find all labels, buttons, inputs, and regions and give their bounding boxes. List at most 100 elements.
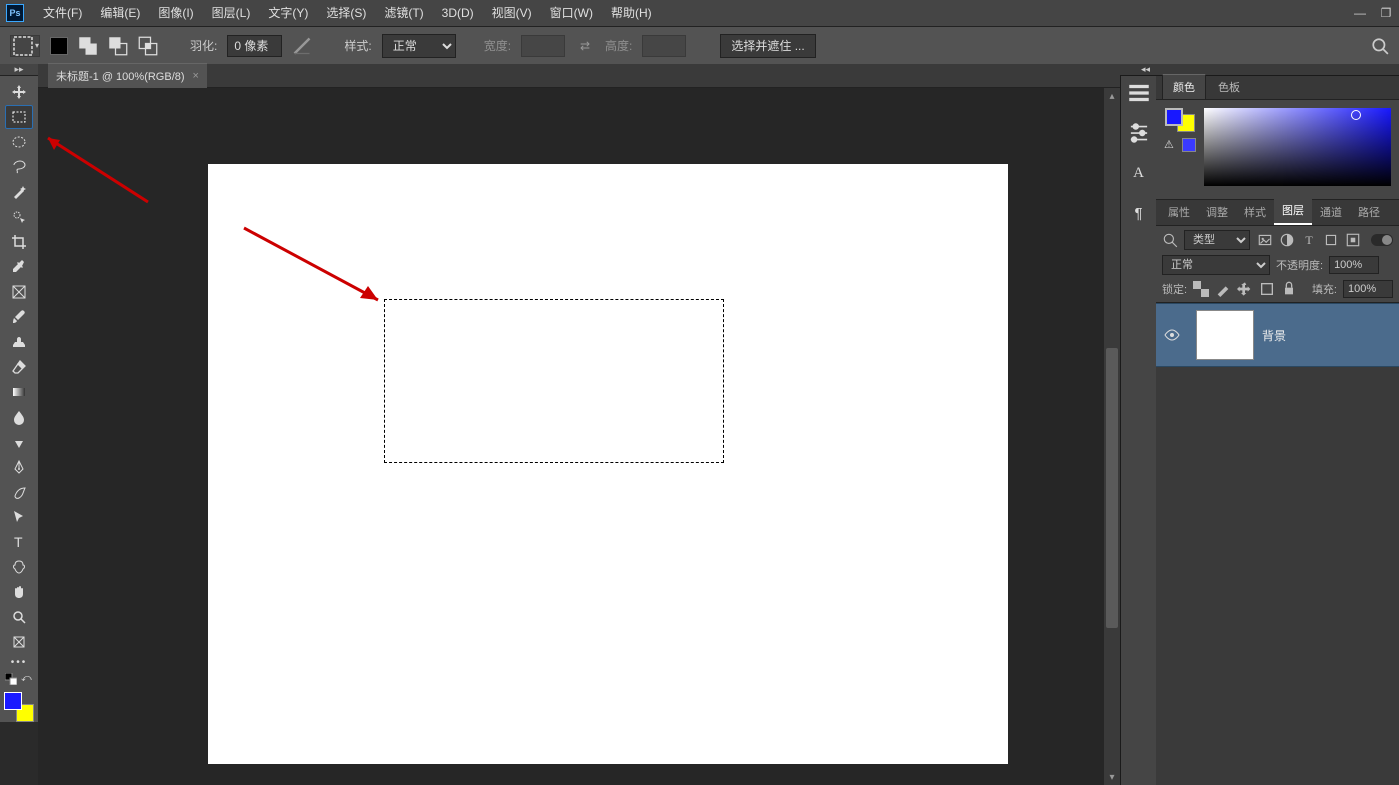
adjustments-panel-icon[interactable] <box>1126 120 1152 146</box>
scroll-up-icon[interactable]: ▴ <box>1104 88 1120 104</box>
style-select[interactable]: 正常 <box>382 34 456 58</box>
minimize-icon[interactable]: ― <box>1347 0 1373 26</box>
gamut-warning-icon[interactable]: ⚠ <box>1164 138 1178 152</box>
canvas-viewport[interactable]: ▴ ▾ <box>38 88 1120 785</box>
intersect-selection-icon[interactable] <box>138 36 158 56</box>
blur-tool[interactable] <box>5 405 33 429</box>
menu-text[interactable]: 文字(Y) <box>259 0 317 26</box>
current-tool-indicator[interactable]: ▾ <box>10 35 40 57</box>
foreground-color-swatch[interactable] <box>4 692 22 710</box>
default-colors-icon[interactable] <box>5 673 17 685</box>
menu-edit[interactable]: 编辑(E) <box>91 0 149 26</box>
filter-adjust-icon[interactable] <box>1279 232 1295 248</box>
color-spectrum[interactable] <box>1204 108 1391 191</box>
text-tool[interactable]: T <box>5 530 33 554</box>
add-selection-icon[interactable] <box>78 36 98 56</box>
tab-adjustments[interactable]: 调整 <box>1198 199 1236 225</box>
filter-icons-row: T <box>1257 232 1361 248</box>
toolbar-expand-icon[interactable]: ▸▸ <box>0 64 38 76</box>
scroll-down-icon[interactable]: ▾ <box>1104 769 1120 785</box>
eraser-tool[interactable] <box>5 355 33 379</box>
search-icon[interactable] <box>1371 37 1389 55</box>
panel-fg-swatch[interactable] <box>1165 108 1183 126</box>
filter-smart-icon[interactable] <box>1345 232 1361 248</box>
gamut-closest-swatch[interactable] <box>1182 138 1196 152</box>
filter-search-icon[interactable] <box>1162 232 1178 248</box>
lock-artboard-icon[interactable] <box>1259 281 1275 297</box>
menu-file[interactable]: 文件(F) <box>34 0 91 26</box>
filter-shape-icon[interactable] <box>1323 232 1339 248</box>
menu-view[interactable]: 视图(V) <box>483 0 541 26</box>
paragraph-panel-icon[interactable]: ¶ <box>1126 200 1152 226</box>
rectangular-marquee-tool[interactable] <box>5 105 33 129</box>
lasso-tool[interactable] <box>5 155 33 179</box>
menu-help[interactable]: 帮助(H) <box>602 0 661 26</box>
tab-swatches[interactable]: 色板 <box>1208 75 1250 99</box>
spectrum-cursor[interactable] <box>1351 110 1361 120</box>
clone-stamp-tool[interactable] <box>5 330 33 354</box>
blend-mode-select[interactable]: 正常 <box>1162 255 1270 275</box>
history-panel-icon[interactable] <box>1126 80 1152 106</box>
smudge-tool[interactable] <box>5 480 33 504</box>
document-tab[interactable]: 未标题-1 @ 100%(RGB/8) × <box>48 63 207 88</box>
layer-row[interactable]: 背景 <box>1156 303 1399 367</box>
path-select-tool[interactable] <box>5 505 33 529</box>
scroll-thumb[interactable] <box>1106 348 1118 628</box>
filter-type-select[interactable]: 类型 <box>1184 230 1250 250</box>
color-swatches-column: ⚠ <box>1164 108 1196 191</box>
foreground-background-colors[interactable] <box>4 692 34 722</box>
vertical-scrollbar[interactable]: ▴ ▾ <box>1104 88 1120 785</box>
shape-tool[interactable] <box>5 555 33 579</box>
tab-styles[interactable]: 样式 <box>1236 199 1274 225</box>
menu-image[interactable]: 图像(I) <box>149 0 202 26</box>
layer-name[interactable]: 背景 <box>1262 327 1286 344</box>
more-tools-icon[interactable]: ••• <box>11 655 28 670</box>
feather-input[interactable] <box>227 35 282 57</box>
tab-properties[interactable]: 属性 <box>1160 199 1198 225</box>
brush-tool[interactable] <box>5 305 33 329</box>
crop-tool[interactable] <box>5 230 33 254</box>
character-panel-icon[interactable]: A <box>1126 160 1152 186</box>
fill-input[interactable] <box>1343 280 1393 298</box>
maximize-icon[interactable]: ❐ <box>1373 0 1399 26</box>
menu-layer[interactable]: 图层(L) <box>203 0 260 26</box>
close-tab-icon[interactable]: × <box>193 70 199 82</box>
tab-color[interactable]: 颜色 <box>1162 74 1206 99</box>
tab-layers[interactable]: 图层 <box>1274 197 1312 225</box>
elliptical-marquee-tool[interactable] <box>5 130 33 154</box>
menu-3d[interactable]: 3D(D) <box>433 0 483 26</box>
lock-all-icon[interactable] <box>1281 281 1297 297</box>
filter-toggle[interactable] <box>1371 234 1393 246</box>
menu-window[interactable]: 窗口(W) <box>541 0 602 26</box>
lock-transparency-icon[interactable] <box>1193 281 1209 297</box>
artboard-tool[interactable] <box>5 630 33 654</box>
filter-text-icon[interactable]: T <box>1301 232 1317 248</box>
menu-filter[interactable]: 滤镜(T) <box>375 0 432 26</box>
move-tool[interactable] <box>5 80 33 104</box>
subtract-selection-icon[interactable] <box>108 36 128 56</box>
pen-tool[interactable] <box>5 455 33 479</box>
lock-pixels-icon[interactable] <box>1215 281 1231 297</box>
dodge-tool[interactable] <box>5 430 33 454</box>
panel-fgbg-swatch[interactable] <box>1165 108 1195 132</box>
layer-visibility-icon[interactable] <box>1156 329 1188 341</box>
new-selection-icon[interactable] <box>50 37 68 55</box>
hand-tool[interactable] <box>5 580 33 604</box>
zoom-tool[interactable] <box>5 605 33 629</box>
eyedropper-tool[interactable] <box>5 255 33 279</box>
frame-tool[interactable] <box>5 280 33 304</box>
rectangular-selection[interactable] <box>384 299 724 463</box>
gradient-tool[interactable] <box>5 380 33 404</box>
swap-colors-icon[interactable]: ⤺ <box>21 673 33 685</box>
select-and-mask-button[interactable]: 选择并遮住 ... <box>720 34 815 58</box>
quick-select-tool[interactable] <box>5 205 33 229</box>
opacity-input[interactable] <box>1329 256 1379 274</box>
menu-select[interactable]: 选择(S) <box>317 0 375 26</box>
lock-position-icon[interactable] <box>1237 281 1253 297</box>
tab-channels[interactable]: 通道 <box>1312 199 1350 225</box>
layer-thumbnail[interactable] <box>1196 310 1254 360</box>
dock-strip-collapse-icon[interactable]: ◂◂ <box>1120 64 1156 76</box>
tab-paths[interactable]: 路径 <box>1350 199 1388 225</box>
filter-pixel-icon[interactable] <box>1257 232 1273 248</box>
magic-wand-tool[interactable] <box>5 180 33 204</box>
